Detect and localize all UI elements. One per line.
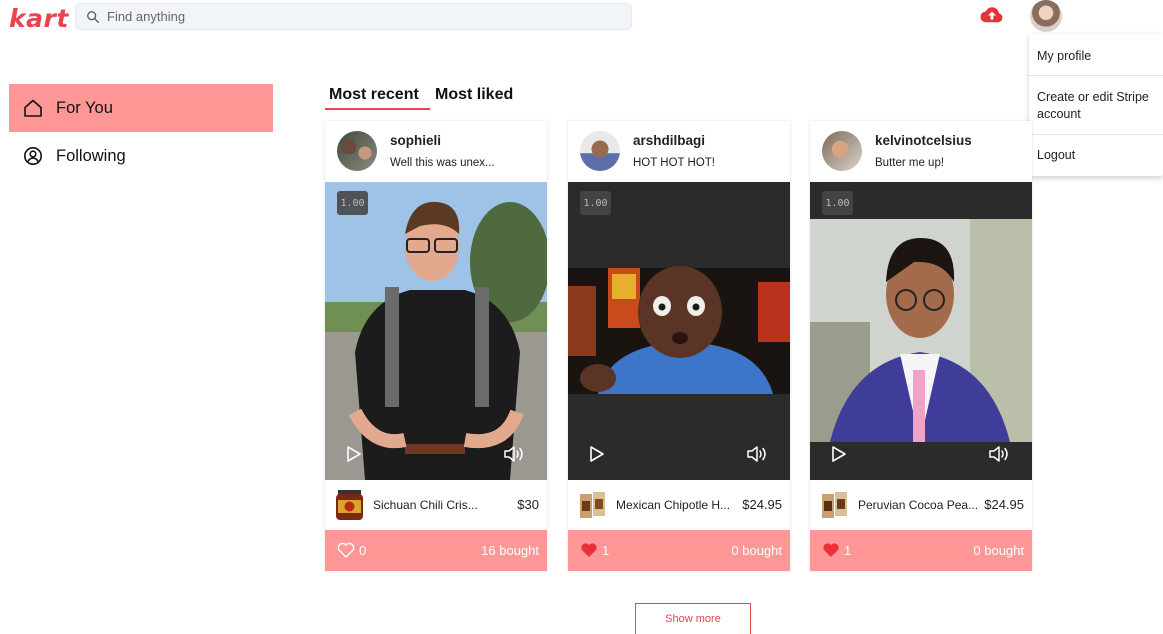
user-avatar[interactable] <box>1030 0 1062 32</box>
like-count: 1 <box>844 542 852 558</box>
video-frame <box>810 182 1032 480</box>
search-icon <box>87 10 99 23</box>
search-bar[interactable] <box>75 3 632 30</box>
like-count: 0 <box>359 542 367 558</box>
sidebar-item-following[interactable]: Following <box>9 132 273 180</box>
video-card: kelvinotcelsius Butter me up! 1.00 Peruv… <box>810 121 1032 571</box>
username[interactable]: sophieli <box>390 133 441 148</box>
product-thumbnail <box>336 490 363 520</box>
product-price: $24.95 <box>984 497 1024 512</box>
sidebar-item-label: Following <box>56 146 126 165</box>
profile-dropdown-menu: My profile Create or edit Stripe account… <box>1029 34 1163 176</box>
menu-divider <box>1029 75 1163 76</box>
like-count: 1 <box>602 542 610 558</box>
user-circle-icon <box>24 147 42 165</box>
video-frame <box>325 182 547 480</box>
volume-icon[interactable] <box>746 445 768 463</box>
username[interactable]: kelvinotcelsius <box>875 133 972 148</box>
playback-speed-badge[interactable]: 1.00 <box>822 191 853 215</box>
avatar[interactable] <box>580 131 620 171</box>
sidebar-item-for-you[interactable]: For You <box>9 84 273 132</box>
like-button[interactable]: 1 <box>580 542 609 558</box>
video-caption: Butter me up! <box>875 157 945 169</box>
menu-divider <box>1029 134 1163 135</box>
product-thumbnail <box>822 492 847 518</box>
volume-icon[interactable] <box>988 445 1010 463</box>
product-thumbnail <box>580 492 605 518</box>
video-player[interactable]: 1.00 <box>568 182 790 480</box>
show-more-button[interactable]: Show more <box>635 603 751 634</box>
tab-most-recent[interactable]: Most recent <box>329 86 419 104</box>
heart-outline-icon <box>337 542 355 558</box>
product-row[interactable]: Mexican Chipotle H... $24.95 <box>568 480 790 530</box>
bought-count: 16 bought <box>481 543 539 558</box>
bought-count: 0 bought <box>973 543 1024 558</box>
card-footer: 0 16 bought <box>325 530 547 571</box>
video-player[interactable]: 1.00 <box>810 182 1032 480</box>
like-button[interactable]: 0 <box>337 542 366 558</box>
card-footer: 1 0 bought <box>568 530 790 571</box>
menu-item-my-profile[interactable]: My profile <box>1029 48 1163 65</box>
bought-count: 0 bought <box>731 543 782 558</box>
sidebar-item-label: For You <box>56 98 113 117</box>
play-icon[interactable] <box>588 445 606 463</box>
avatar[interactable] <box>337 131 377 171</box>
like-button[interactable]: 1 <box>822 542 851 558</box>
product-name: Mexican Chipotle H... <box>616 498 731 512</box>
active-tab-indicator <box>325 108 430 110</box>
cloud-upload-icon[interactable] <box>980 5 1004 25</box>
product-row[interactable]: Peruvian Cocoa Pea... $24.95 <box>810 480 1032 530</box>
playback-speed-badge[interactable]: 1.00 <box>580 191 611 215</box>
heart-filled-icon <box>581 543 597 557</box>
video-card: arshdilbagi HOT HOT HOT! 1.00 Mexican Ch… <box>568 121 790 571</box>
heart-filled-icon <box>823 543 839 557</box>
volume-icon[interactable] <box>503 445 525 463</box>
search-input[interactable] <box>107 9 607 24</box>
playback-speed-badge[interactable]: 1.00 <box>337 191 368 215</box>
kart-logo[interactable]: kart <box>9 4 69 33</box>
video-caption: HOT HOT HOT! <box>633 157 715 169</box>
play-icon[interactable] <box>345 445 363 463</box>
tab-most-liked[interactable]: Most liked <box>435 86 513 104</box>
product-name: Sichuan Chili Cris... <box>373 498 478 512</box>
username[interactable]: arshdilbagi <box>633 133 705 148</box>
play-icon[interactable] <box>830 445 848 463</box>
product-price: $24.95 <box>742 497 782 512</box>
product-price: $30 <box>517 497 539 512</box>
product-row[interactable]: Sichuan Chili Cris... $30 <box>325 480 547 530</box>
video-caption: Well this was unex... <box>390 157 495 169</box>
product-name: Peruvian Cocoa Pea... <box>858 498 979 512</box>
menu-item-stripe-account[interactable]: Create or edit Stripe account <box>1029 89 1159 123</box>
home-icon <box>24 99 42 117</box>
video-frame <box>568 182 790 480</box>
video-player[interactable]: 1.00 <box>325 182 547 480</box>
card-footer: 1 0 bought <box>810 530 1032 571</box>
video-card: sophieli Well this was unex... 1.00 Sich… <box>325 121 547 571</box>
avatar[interactable] <box>822 131 862 171</box>
menu-item-logout[interactable]: Logout <box>1029 147 1163 164</box>
